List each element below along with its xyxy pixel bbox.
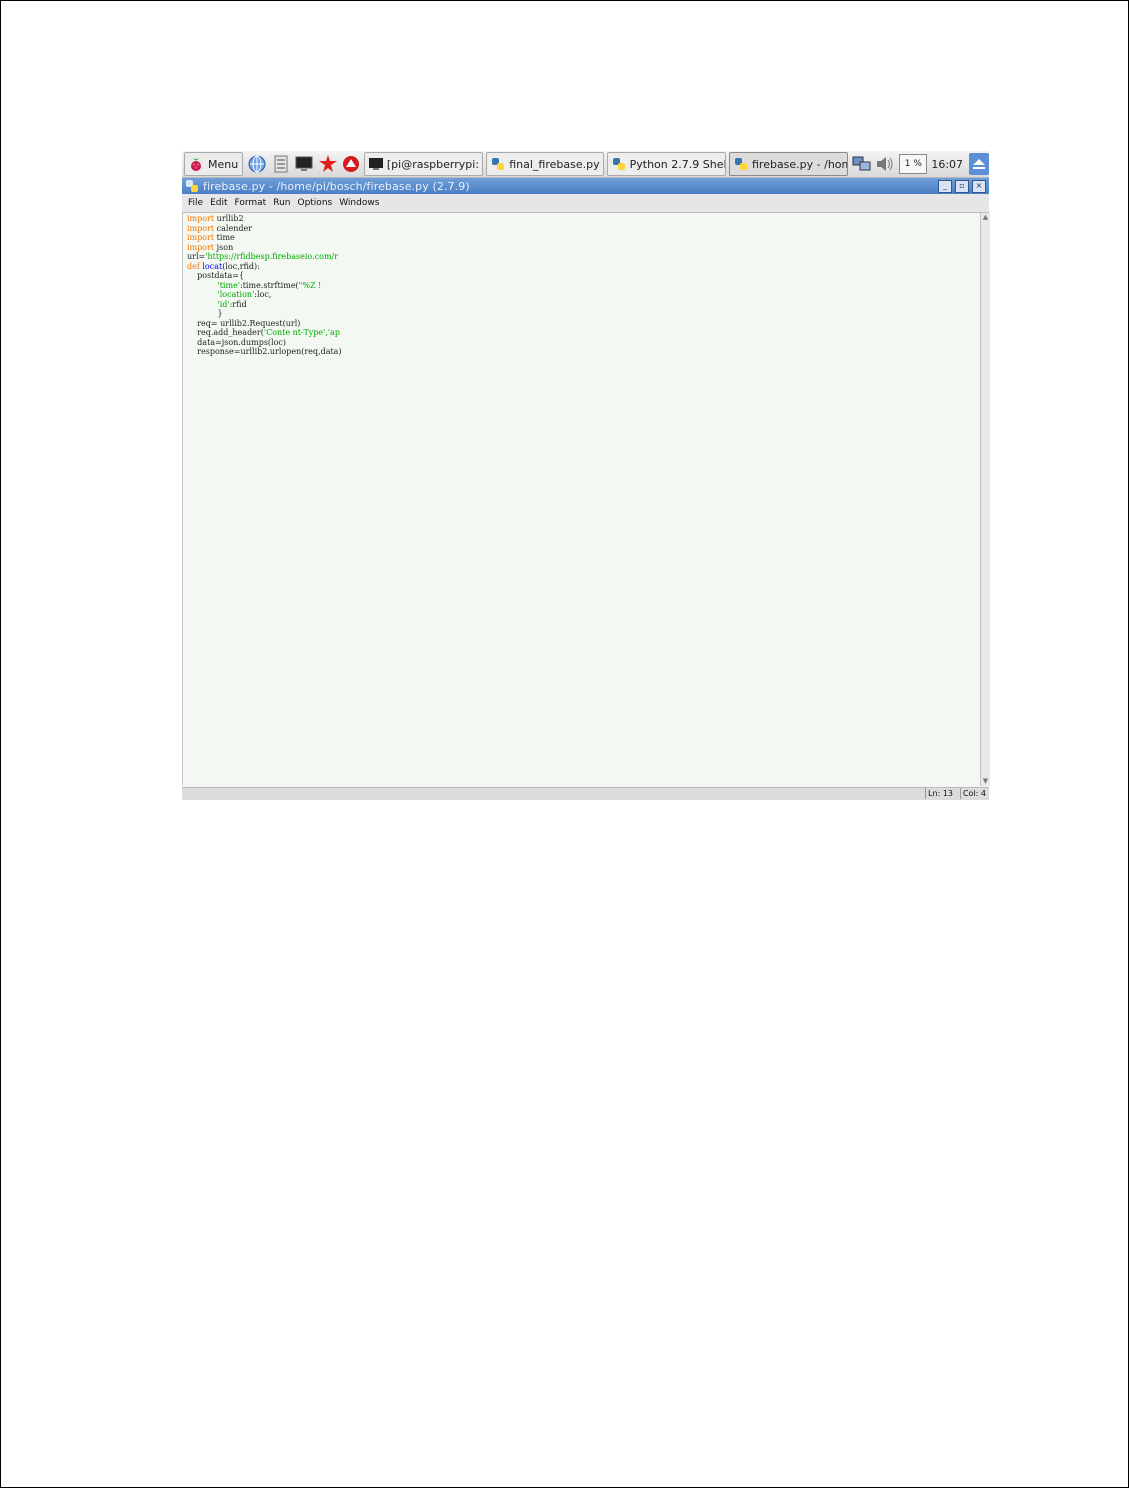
- raspberry-icon: [191, 158, 201, 171]
- system-tray: 1 % 16:07: [852, 153, 990, 175]
- code-token: import: [187, 223, 215, 233]
- code-line[interactable]: }: [187, 309, 342, 319]
- task-firebase[interactable]: firebase.py - /home/...: [728, 152, 849, 176]
- code-text[interactable]: import urllib2 import calender import time…: [187, 214, 342, 357]
- vertical-scrollbar[interactable]: ▲ ▼: [980, 213, 990, 786]
- task-terminal[interactable]: [pi@raspberrypi: ~]: [363, 152, 484, 176]
- web-browser-icon[interactable]: [247, 154, 267, 174]
- code-line[interactable]: data=json.dumps(loc): [187, 338, 342, 348]
- volume-icon[interactable]: [875, 155, 895, 173]
- screenshot: Menu [pi@raspberrypi: ~] final_firebase.…: [182, 151, 990, 800]
- code-token: url=: [187, 252, 206, 261]
- code-token: 'https://rfidbesp.firebaseio.com/r: [205, 252, 339, 261]
- code-line[interactable]: import time: [187, 233, 342, 243]
- code-line[interactable]: req= urllib2.Request(url): [187, 319, 342, 329]
- code-line[interactable]: 'id':rfid: [187, 300, 342, 310]
- task-label: Python 2.7.9 Shell: [629, 157, 726, 171]
- code-token: import: [187, 214, 215, 223]
- code-token: response=urllib2.urlopen(req,data): [187, 347, 342, 356]
- code-token: postdata={: [187, 271, 245, 280]
- taskbar: Menu [pi@raspberrypi: ~] final_firebase.…: [182, 151, 990, 178]
- code-token: :time.strftime(: [240, 280, 299, 290]
- task-python-shell[interactable]: Python 2.7.9 Shell: [606, 152, 726, 176]
- menu-label: Menu: [208, 157, 239, 171]
- terminal-icon: [368, 158, 383, 170]
- code-token: def: [187, 261, 200, 271]
- scroll-up-icon[interactable]: ▲: [982, 214, 989, 221]
- code-token: import: [187, 233, 215, 242]
- python-icon: [186, 180, 198, 192]
- menu-edit[interactable]: Edit: [210, 198, 227, 208]
- code-token: 'Conte nt-Type','ap: [263, 328, 340, 337]
- code-token: import: [187, 242, 215, 252]
- menu-button[interactable]: Menu: [184, 152, 244, 176]
- task-label: [pi@raspberrypi: ~]: [386, 157, 482, 171]
- code-token: 'location': [217, 290, 255, 299]
- task-label: final_firebase.py - /h...: [509, 157, 602, 171]
- menu-format[interactable]: Format: [235, 198, 267, 208]
- python-icon: [612, 158, 625, 170]
- terminal-icon[interactable]: [294, 154, 314, 174]
- line-number: Ln: 13: [925, 788, 955, 799]
- eject-button[interactable]: [969, 153, 990, 175]
- menu-run[interactable]: Run: [273, 198, 290, 208]
- python-icon: [492, 158, 505, 170]
- code-token: }: [187, 309, 223, 318]
- network-icon[interactable]: [852, 155, 872, 173]
- menu-file[interactable]: File: [188, 198, 203, 208]
- maximize-button[interactable]: ▫: [955, 179, 969, 193]
- code-token: 'id': [217, 299, 230, 309]
- code-token: urllib2: [214, 214, 244, 223]
- menu-windows[interactable]: Windows: [339, 198, 379, 208]
- code-token: (loc,rfid):: [222, 261, 260, 271]
- code-token: locat: [202, 261, 223, 271]
- code-line[interactable]: postdata={: [187, 271, 342, 281]
- cpu-label: 1 %: [904, 159, 922, 169]
- menu-options[interactable]: Options: [297, 198, 332, 208]
- code-token: calender: [214, 223, 253, 233]
- task-final-firebase[interactable]: final_firebase.py - /h...: [486, 152, 604, 176]
- window-titlebar[interactable]: firebase.py - /home/pi/bosch/firebase.py…: [182, 178, 989, 194]
- clock[interactable]: 16:07: [931, 158, 963, 171]
- code-line[interactable]: def locat(loc,rfid):: [187, 262, 342, 272]
- code-token: json: [214, 242, 234, 252]
- python-icon: [734, 158, 747, 170]
- code-line[interactable]: import urllib2: [187, 214, 342, 224]
- code-line[interactable]: import calender: [187, 224, 342, 234]
- cpu-monitor[interactable]: 1 %: [899, 154, 928, 174]
- mathematica-icon[interactable]: [318, 154, 338, 174]
- code-line[interactable]: 'location':loc,: [187, 290, 342, 300]
- code-token: time: [214, 233, 235, 242]
- code-line[interactable]: response=urllib2.urlopen(req,data): [187, 347, 342, 357]
- code-token: req= urllib2.Request(url): [187, 318, 301, 328]
- code-line[interactable]: 'time':time.strftime("%Z !: [187, 281, 342, 291]
- status-bar: Ln: 13 Col: 4: [182, 787, 989, 800]
- column-number: Col: 4: [959, 788, 988, 799]
- task-label: firebase.py - /home/...: [751, 157, 847, 171]
- close-button[interactable]: ×: [972, 179, 986, 193]
- code-line[interactable]: req.add_header('Conte nt-Type','ap: [187, 328, 342, 338]
- code-token: "%Z !: [298, 280, 322, 290]
- code-token: 'time': [217, 280, 241, 290]
- code-token: :rfid: [229, 299, 247, 309]
- code-line[interactable]: import json: [187, 243, 342, 253]
- scroll-down-icon[interactable]: ▼: [982, 778, 989, 785]
- code-token: :loc,: [254, 290, 272, 299]
- minimize-button[interactable]: _: [938, 179, 952, 193]
- code-line[interactable]: url='https://rfidbesp.firebaseio.com/r: [187, 252, 342, 262]
- eject-icon: [973, 159, 986, 169]
- code-token: data=json.dumps(loc): [187, 337, 287, 347]
- menubar: File Edit Format Run Options Windows: [182, 194, 989, 213]
- file-manager-icon[interactable]: [271, 154, 291, 174]
- code-token: req.add_header(: [187, 328, 264, 337]
- code-editor[interactable]: import urllib2 import calender import time…: [182, 213, 981, 786]
- window-title: firebase.py - /home/pi/bosch/firebase.py…: [203, 179, 470, 193]
- wolfram-icon[interactable]: [341, 154, 361, 174]
